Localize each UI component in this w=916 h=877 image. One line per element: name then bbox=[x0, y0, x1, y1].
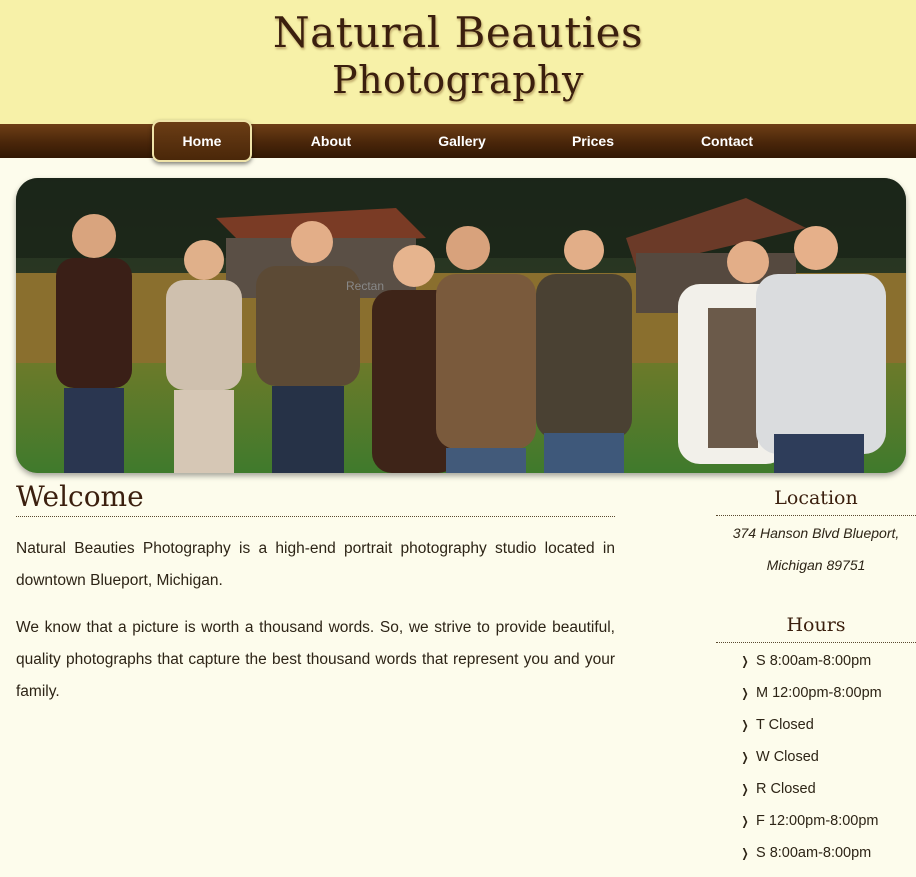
hours-text: R Closed bbox=[756, 781, 816, 797]
welcome-heading: Welcome bbox=[16, 480, 615, 517]
hours-item: ❯ R Closed bbox=[740, 773, 882, 805]
address-line1: 374 Hanson Blvd Blueport, bbox=[732, 525, 900, 541]
main-nav: Home About Gallery Prices Contact bbox=[0, 120, 916, 162]
mission-paragraph: We know that a picture is worth a thousa… bbox=[16, 619, 615, 700]
nav-contact[interactable]: Contact bbox=[690, 124, 764, 158]
hours-heading: Hours bbox=[716, 614, 916, 643]
site-title-line2[interactable]: Photography bbox=[0, 58, 916, 102]
address: 374 Hanson Blvd Blueport, Michigan 89751 bbox=[716, 517, 916, 581]
hours-text: F 12:00pm-8:00pm bbox=[756, 813, 879, 829]
nav-prices[interactable]: Prices bbox=[558, 124, 628, 158]
chevron-right-icon: ❯ bbox=[741, 750, 749, 764]
address-line2: Michigan 89751 bbox=[766, 557, 866, 573]
hours-item: ❯ S 8:00am-8:00pm bbox=[740, 837, 882, 869]
site-title-line1[interactable]: Natural Beauties bbox=[0, 8, 916, 57]
intro-paragraph: Natural Beauties Photography is a high-e… bbox=[16, 540, 615, 589]
nav-gallery[interactable]: Gallery bbox=[424, 124, 500, 158]
hours-text: T Closed bbox=[756, 717, 814, 733]
chevron-right-icon: ❯ bbox=[741, 782, 749, 796]
chevron-right-icon: ❯ bbox=[741, 718, 749, 732]
hero-overlay-text: Rectan bbox=[346, 279, 384, 293]
location-heading: Location bbox=[716, 487, 916, 516]
hours-item: ❯ W Closed bbox=[740, 741, 882, 773]
hours-item: ❯ M 12:00pm-8:00pm bbox=[740, 677, 882, 709]
hours-item: ❯ F 12:00pm-8:00pm bbox=[740, 805, 882, 837]
hours-item: ❯ T Closed bbox=[740, 709, 882, 741]
site-header: Natural Beauties Photography bbox=[0, 0, 916, 124]
chevron-right-icon: ❯ bbox=[741, 686, 749, 700]
hours-list: ❯ S 8:00am-8:00pm ❯ M 12:00pm-8:00pm ❯ T Cl… bbox=[740, 645, 882, 869]
hours-text: W Closed bbox=[756, 749, 819, 765]
nav-home[interactable]: Home bbox=[152, 120, 252, 162]
hours-text: S 8:00am-8:00pm bbox=[756, 845, 872, 861]
chevron-right-icon: ❯ bbox=[741, 654, 749, 668]
family-photo: Rectan bbox=[16, 178, 906, 473]
hours-text: M 12:00pm-8:00pm bbox=[756, 685, 882, 701]
nav-about[interactable]: About bbox=[296, 124, 366, 158]
chevron-right-icon: ❯ bbox=[741, 846, 749, 860]
chevron-right-icon: ❯ bbox=[741, 814, 749, 828]
hours-item: ❯ S 8:00am-8:00pm bbox=[740, 645, 882, 677]
hero-image: Rectan bbox=[16, 178, 906, 473]
hours-text: S 8:00am-8:00pm bbox=[756, 653, 872, 669]
